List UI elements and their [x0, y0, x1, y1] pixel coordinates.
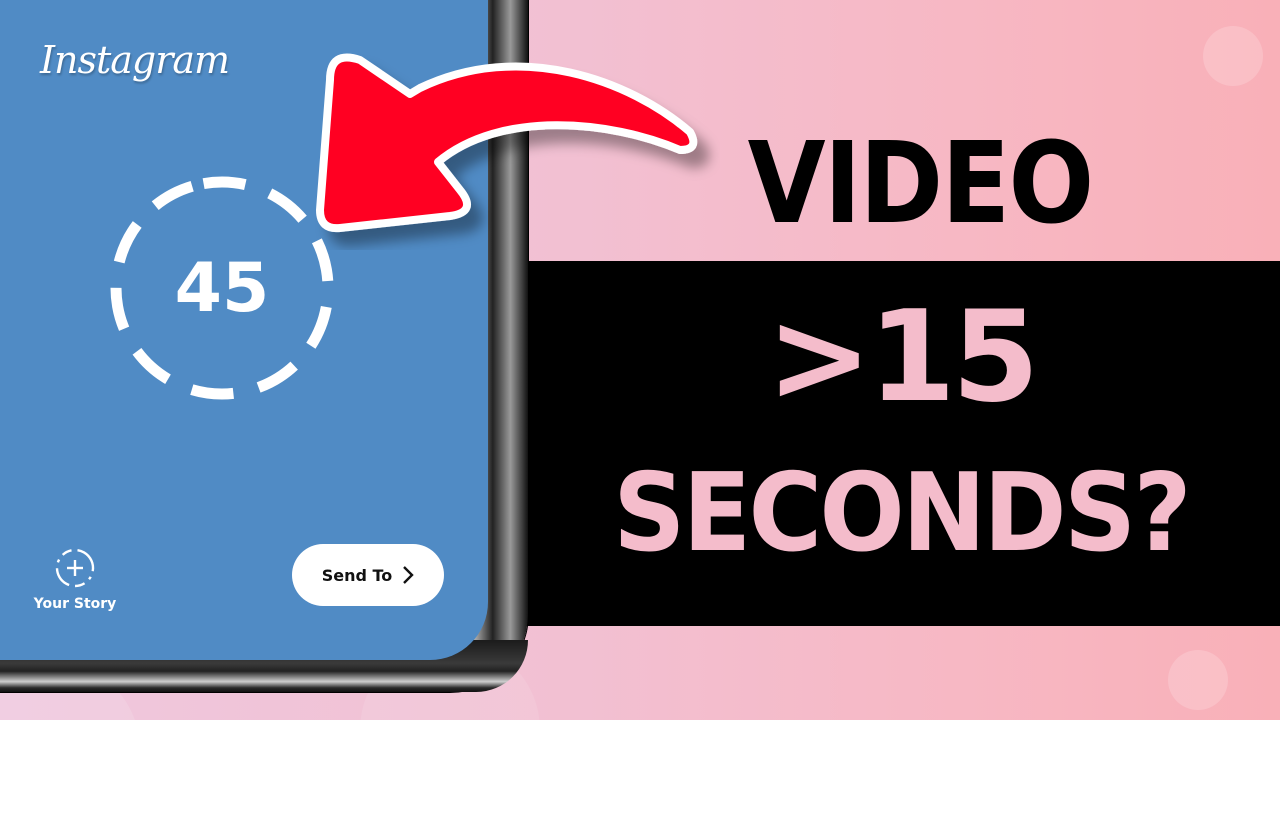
headline-seconds: SECONDS?	[613, 451, 1192, 576]
decorative-circle	[1168, 650, 1228, 710]
your-story-label: Your Story	[33, 596, 117, 612]
send-to-label: Send To	[321, 565, 393, 585]
headline-duration: >15	[766, 283, 1040, 430]
decorative-circle	[1203, 26, 1263, 86]
instagram-logo: Instagram	[40, 38, 230, 82]
send-to-button[interactable]: Send To	[292, 544, 444, 606]
chevron-right-icon	[403, 566, 414, 584]
red-curved-arrow-icon	[316, 53, 698, 233]
your-story-button[interactable]: Your Story	[30, 546, 120, 612]
add-story-icon	[55, 548, 95, 588]
